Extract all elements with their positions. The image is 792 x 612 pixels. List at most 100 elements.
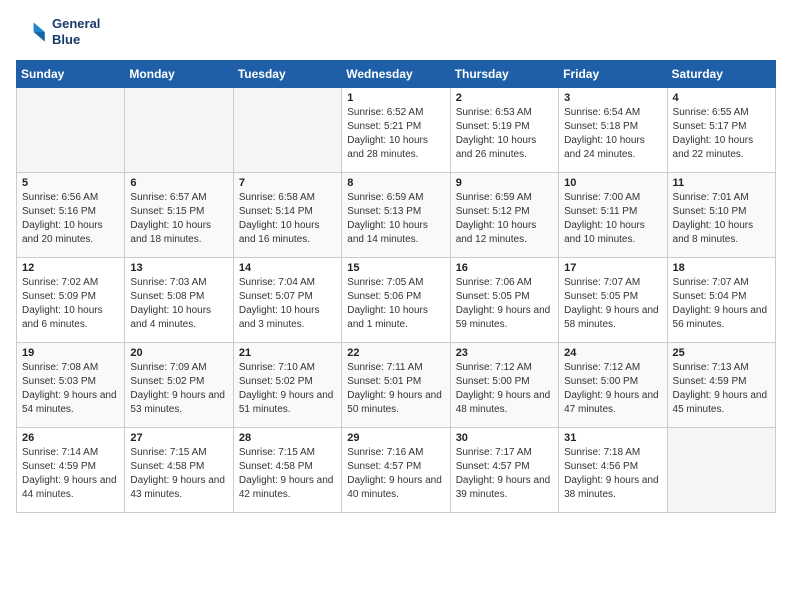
day-cell: 3 Sunrise: 6:54 AMSunset: 5:18 PMDayligh… [559,88,667,173]
day-number: 30 [456,432,553,444]
day-cell [17,88,125,173]
day-cell: 30 Sunrise: 7:17 AMSunset: 4:57 PMDaylig… [450,428,558,513]
day-info: Sunrise: 7:05 AMSunset: 5:06 PMDaylight:… [347,276,444,332]
day-number: 10 [564,177,661,189]
day-info: Sunrise: 7:07 AMSunset: 5:04 PMDaylight:… [673,276,770,332]
day-info: Sunrise: 7:15 AMSunset: 4:58 PMDaylight:… [239,446,336,502]
day-cell: 13 Sunrise: 7:03 AMSunset: 5:08 PMDaylig… [125,258,233,343]
day-info: Sunrise: 7:12 AMSunset: 5:00 PMDaylight:… [456,361,553,417]
day-number: 22 [347,347,444,359]
day-cell: 24 Sunrise: 7:12 AMSunset: 5:00 PMDaylig… [559,343,667,428]
day-info: Sunrise: 6:53 AMSunset: 5:19 PMDaylight:… [456,106,553,162]
day-cell: 29 Sunrise: 7:16 AMSunset: 4:57 PMDaylig… [342,428,450,513]
day-info: Sunrise: 7:00 AMSunset: 5:11 PMDaylight:… [564,191,661,247]
day-cell: 17 Sunrise: 7:07 AMSunset: 5:05 PMDaylig… [559,258,667,343]
day-cell: 23 Sunrise: 7:12 AMSunset: 5:00 PMDaylig… [450,343,558,428]
logo: General Blue [16,16,100,48]
day-number: 11 [673,177,770,189]
day-number: 18 [673,262,770,274]
day-info: Sunrise: 6:56 AMSunset: 5:16 PMDaylight:… [22,191,119,247]
day-number: 29 [347,432,444,444]
day-cell: 7 Sunrise: 6:58 AMSunset: 5:14 PMDayligh… [233,173,341,258]
day-info: Sunrise: 7:03 AMSunset: 5:08 PMDaylight:… [130,276,227,332]
day-number: 14 [239,262,336,274]
day-cell: 15 Sunrise: 7:05 AMSunset: 5:06 PMDaylig… [342,258,450,343]
day-info: Sunrise: 7:06 AMSunset: 5:05 PMDaylight:… [456,276,553,332]
col-header-wednesday: Wednesday [342,61,450,88]
col-header-saturday: Saturday [667,61,775,88]
day-cell: 4 Sunrise: 6:55 AMSunset: 5:17 PMDayligh… [667,88,775,173]
day-cell: 8 Sunrise: 6:59 AMSunset: 5:13 PMDayligh… [342,173,450,258]
day-cell: 21 Sunrise: 7:10 AMSunset: 5:02 PMDaylig… [233,343,341,428]
day-number: 26 [22,432,119,444]
day-info: Sunrise: 6:52 AMSunset: 5:21 PMDaylight:… [347,106,444,162]
day-cell: 9 Sunrise: 6:59 AMSunset: 5:12 PMDayligh… [450,173,558,258]
day-number: 13 [130,262,227,274]
day-info: Sunrise: 7:02 AMSunset: 5:09 PMDaylight:… [22,276,119,332]
day-cell: 11 Sunrise: 7:01 AMSunset: 5:10 PMDaylig… [667,173,775,258]
day-cell: 16 Sunrise: 7:06 AMSunset: 5:05 PMDaylig… [450,258,558,343]
week-row-5: 26 Sunrise: 7:14 AMSunset: 4:59 PMDaylig… [17,428,776,513]
day-cell: 12 Sunrise: 7:02 AMSunset: 5:09 PMDaylig… [17,258,125,343]
day-cell [233,88,341,173]
day-info: Sunrise: 6:58 AMSunset: 5:14 PMDaylight:… [239,191,336,247]
day-number: 3 [564,92,661,104]
calendar-table: SundayMondayTuesdayWednesdayThursdayFrid… [16,60,776,513]
col-header-friday: Friday [559,61,667,88]
day-number: 28 [239,432,336,444]
day-cell: 10 Sunrise: 7:00 AMSunset: 5:11 PMDaylig… [559,173,667,258]
day-info: Sunrise: 6:57 AMSunset: 5:15 PMDaylight:… [130,191,227,247]
day-number: 27 [130,432,227,444]
day-number: 20 [130,347,227,359]
logo-text: General Blue [52,16,100,47]
header-row: SundayMondayTuesdayWednesdayThursdayFrid… [17,61,776,88]
day-cell: 27 Sunrise: 7:15 AMSunset: 4:58 PMDaylig… [125,428,233,513]
day-cell: 19 Sunrise: 7:08 AMSunset: 5:03 PMDaylig… [17,343,125,428]
day-number: 6 [130,177,227,189]
day-number: 5 [22,177,119,189]
day-cell: 28 Sunrise: 7:15 AMSunset: 4:58 PMDaylig… [233,428,341,513]
day-info: Sunrise: 7:14 AMSunset: 4:59 PMDaylight:… [22,446,119,502]
day-cell: 5 Sunrise: 6:56 AMSunset: 5:16 PMDayligh… [17,173,125,258]
col-header-monday: Monday [125,61,233,88]
day-cell: 31 Sunrise: 7:18 AMSunset: 4:56 PMDaylig… [559,428,667,513]
day-number: 8 [347,177,444,189]
day-number: 24 [564,347,661,359]
day-number: 23 [456,347,553,359]
day-info: Sunrise: 7:04 AMSunset: 5:07 PMDaylight:… [239,276,336,332]
day-cell: 18 Sunrise: 7:07 AMSunset: 5:04 PMDaylig… [667,258,775,343]
day-number: 7 [239,177,336,189]
week-row-3: 12 Sunrise: 7:02 AMSunset: 5:09 PMDaylig… [17,258,776,343]
day-cell [125,88,233,173]
day-info: Sunrise: 6:59 AMSunset: 5:13 PMDaylight:… [347,191,444,247]
day-number: 2 [456,92,553,104]
day-info: Sunrise: 7:01 AMSunset: 5:10 PMDaylight:… [673,191,770,247]
day-info: Sunrise: 7:07 AMSunset: 5:05 PMDaylight:… [564,276,661,332]
day-number: 31 [564,432,661,444]
day-cell [667,428,775,513]
col-header-sunday: Sunday [17,61,125,88]
day-info: Sunrise: 7:08 AMSunset: 5:03 PMDaylight:… [22,361,119,417]
day-info: Sunrise: 7:16 AMSunset: 4:57 PMDaylight:… [347,446,444,502]
day-cell: 20 Sunrise: 7:09 AMSunset: 5:02 PMDaylig… [125,343,233,428]
day-number: 25 [673,347,770,359]
day-info: Sunrise: 6:54 AMSunset: 5:18 PMDaylight:… [564,106,661,162]
day-number: 15 [347,262,444,274]
day-number: 4 [673,92,770,104]
day-info: Sunrise: 7:17 AMSunset: 4:57 PMDaylight:… [456,446,553,502]
day-number: 19 [22,347,119,359]
day-info: Sunrise: 7:10 AMSunset: 5:02 PMDaylight:… [239,361,336,417]
day-cell: 6 Sunrise: 6:57 AMSunset: 5:15 PMDayligh… [125,173,233,258]
col-header-thursday: Thursday [450,61,558,88]
page-header: General Blue [16,16,776,48]
day-info: Sunrise: 7:18 AMSunset: 4:56 PMDaylight:… [564,446,661,502]
day-cell: 1 Sunrise: 6:52 AMSunset: 5:21 PMDayligh… [342,88,450,173]
day-cell: 14 Sunrise: 7:04 AMSunset: 5:07 PMDaylig… [233,258,341,343]
day-cell: 25 Sunrise: 7:13 AMSunset: 4:59 PMDaylig… [667,343,775,428]
week-row-4: 19 Sunrise: 7:08 AMSunset: 5:03 PMDaylig… [17,343,776,428]
day-number: 12 [22,262,119,274]
week-row-2: 5 Sunrise: 6:56 AMSunset: 5:16 PMDayligh… [17,173,776,258]
day-cell: 2 Sunrise: 6:53 AMSunset: 5:19 PMDayligh… [450,88,558,173]
day-number: 9 [456,177,553,189]
col-header-tuesday: Tuesday [233,61,341,88]
